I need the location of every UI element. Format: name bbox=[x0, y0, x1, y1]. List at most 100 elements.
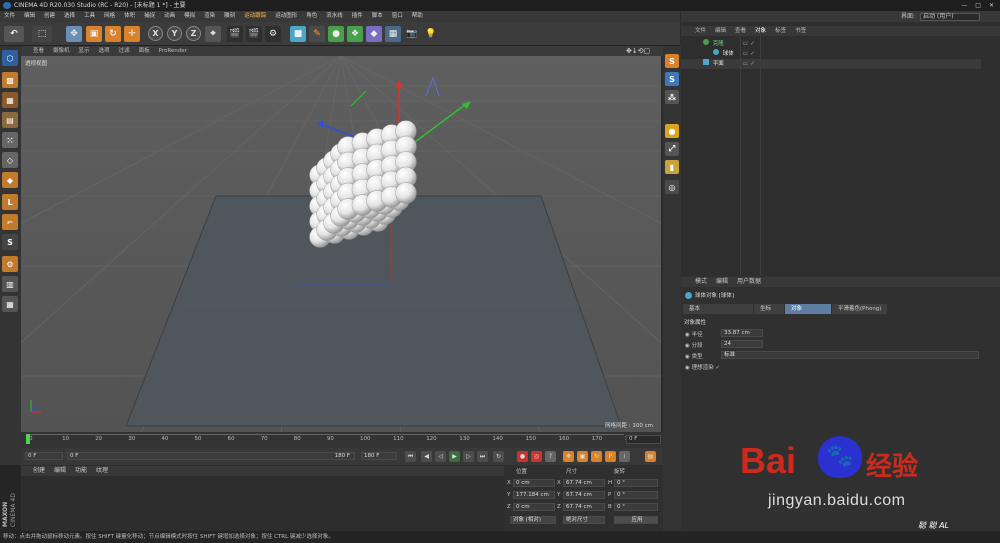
visibility-dots-icon[interactable]: ▫⁚ ✓ bbox=[743, 49, 755, 59]
make-editable-icon[interactable]: ⬡ bbox=[2, 50, 18, 66]
model-mode-icon[interactable]: ▩ bbox=[2, 72, 18, 88]
key-scale-icon[interactable]: ▣ bbox=[577, 451, 588, 462]
texture-mode-icon[interactable]: ▦ bbox=[2, 92, 18, 108]
menu-edit[interactable]: 编辑 bbox=[24, 11, 35, 22]
menu-sculpt[interactable]: 雕刻 bbox=[224, 11, 235, 22]
visibility-dots-icon[interactable]: ▫⁚ ✓ bbox=[743, 59, 755, 69]
obj-menu-edit[interactable]: 编辑 bbox=[715, 26, 726, 36]
render-view-icon[interactable]: 🎬 bbox=[227, 26, 243, 42]
menu-simulate[interactable]: 模拟 bbox=[184, 11, 195, 22]
key-param-icon[interactable]: P bbox=[605, 451, 616, 462]
next-frame-icon[interactable]: ▷ bbox=[463, 451, 474, 462]
menu-select[interactable]: 选择 bbox=[64, 11, 75, 22]
object-row-sphere[interactable]: 球体 ▫⁚ ✓ bbox=[681, 49, 981, 59]
tab-coord[interactable]: 坐标 bbox=[754, 304, 784, 314]
interface-select[interactable]: 启动 (用户) bbox=[919, 12, 980, 21]
polygons-mode-icon[interactable]: ◆ bbox=[2, 172, 18, 188]
planar-workplane-icon[interactable]: ▥ bbox=[2, 276, 18, 292]
timeline-ruler[interactable]: 0 10 20 30 40 50 60 70 80 90 100 110 120 130 140 150 160… bbox=[21, 432, 663, 448]
mat-menu-texture[interactable]: 纹理 bbox=[96, 466, 108, 476]
position-y-input[interactable]: 177.184 cm bbox=[513, 491, 555, 499]
tab-object[interactable]: 对象 bbox=[785, 304, 831, 314]
key-pla-icon[interactable]: ⁞ bbox=[619, 451, 630, 462]
recent-tool-icon[interactable]: ✛ bbox=[124, 26, 140, 42]
move-icon[interactable]: ✥ bbox=[66, 26, 82, 42]
live-selection-icon[interactable]: ⬚ bbox=[32, 26, 52, 42]
timeline-end-field[interactable]: 0 F bbox=[626, 435, 661, 444]
vp-menu-display[interactable]: 显示 bbox=[79, 46, 90, 56]
menu-window[interactable]: 窗口 bbox=[392, 11, 403, 22]
size-mode-select[interactable]: 绝对尺寸 bbox=[563, 516, 605, 524]
mat-menu-function[interactable]: 功能 bbox=[75, 466, 87, 476]
floor-icon[interactable]: ▦ bbox=[385, 26, 401, 42]
apply-button[interactable]: 应用 bbox=[614, 516, 658, 524]
y-axis-lock-icon[interactable]: Y bbox=[167, 26, 182, 41]
light-icon[interactable]: 💡 bbox=[423, 26, 439, 42]
tab-basic[interactable]: 基本 bbox=[683, 304, 753, 314]
vp-menu-cameras[interactable]: 摄像机 bbox=[53, 46, 70, 56]
rotation-h-input[interactable]: 0 ° bbox=[614, 479, 658, 487]
axis-mode-icon[interactable]: L bbox=[2, 194, 18, 210]
mat-menu-edit[interactable]: 编辑 bbox=[54, 466, 66, 476]
position-z-input[interactable]: 0 cm bbox=[513, 503, 555, 511]
mat-menu-create[interactable]: 创建 bbox=[33, 466, 45, 476]
prev-frame-icon[interactable]: ◁ bbox=[435, 451, 446, 462]
menu-tools[interactable]: 工具 bbox=[84, 11, 95, 22]
viewport[interactable]: 透视视图 网格间距 : 100 cm bbox=[21, 56, 661, 432]
snap-icon[interactable]: S bbox=[2, 234, 18, 250]
tweak-mode-icon[interactable]: ⌐ bbox=[2, 214, 18, 230]
end-frame-field[interactable]: 180 F bbox=[361, 452, 397, 460]
pen-icon[interactable]: ✎ bbox=[309, 26, 325, 42]
obj-menu-tags[interactable]: 标签 bbox=[775, 26, 786, 36]
close-button[interactable]: ✕ bbox=[989, 0, 994, 11]
snap-s-icon[interactable]: S bbox=[665, 54, 679, 68]
edges-mode-icon[interactable]: ◇ bbox=[2, 152, 18, 168]
snap-s2-icon[interactable]: S bbox=[665, 72, 679, 86]
attr-menu-mode[interactable]: 模式 bbox=[695, 277, 707, 287]
play-icon[interactable]: ▶ bbox=[449, 451, 460, 462]
menu-plugins[interactable]: 插件 bbox=[352, 11, 363, 22]
preview-range-slider[interactable]: 0 F 180 F bbox=[67, 452, 355, 460]
playhead[interactable] bbox=[26, 434, 30, 444]
link-icon[interactable]: ⤢ bbox=[665, 142, 679, 156]
record-icon[interactable]: ● bbox=[517, 451, 528, 462]
obj-menu-bookmarks[interactable]: 书签 bbox=[795, 26, 806, 36]
key-position-icon[interactable]: ✥ bbox=[563, 451, 574, 462]
menu-render[interactable]: 渲染 bbox=[204, 11, 215, 22]
attr-menu-userdata[interactable]: 用户数据 bbox=[737, 277, 761, 287]
size-z-input[interactable]: 67.74 cm bbox=[563, 503, 605, 511]
viewport-nav-icons[interactable]: ✥↓⟲▢ bbox=[626, 47, 650, 55]
tag-icon[interactable]: ▮ bbox=[665, 160, 679, 174]
rotate-icon[interactable]: ↻ bbox=[105, 26, 121, 42]
coord-mode-select[interactable]: 对象 (相对) bbox=[510, 516, 556, 524]
prev-key-icon[interactable]: ◀ bbox=[421, 451, 432, 462]
object-row-cloner[interactable]: 克隆 ▫⁚ ✓ bbox=[681, 39, 981, 49]
cycle-icon[interactable]: ◎ bbox=[665, 180, 679, 194]
size-y-input[interactable]: 67.74 cm bbox=[563, 491, 605, 499]
undo-icon[interactable]: ↶ bbox=[4, 26, 24, 42]
obj-menu-view[interactable]: 查看 bbox=[735, 26, 746, 36]
object-row-plane[interactable]: 平面 ▫⁚ ✓ bbox=[681, 59, 981, 69]
timeline-window-icon[interactable]: ▤ bbox=[645, 451, 656, 462]
segments-input[interactable]: 24 bbox=[721, 340, 763, 348]
menu-animate[interactable]: 动画 bbox=[164, 11, 175, 22]
autokey-icon[interactable]: ◎ bbox=[531, 451, 542, 462]
go-to-end-icon[interactable]: ⏭ bbox=[477, 451, 488, 462]
menu-mesh[interactable]: 网格 bbox=[104, 11, 115, 22]
vp-menu-panel[interactable]: 面板 bbox=[139, 46, 150, 56]
grid-icon[interactable]: ▦ bbox=[2, 296, 18, 312]
key-rotation-icon[interactable]: ↻ bbox=[591, 451, 602, 462]
minimize-button[interactable]: — bbox=[961, 0, 967, 11]
menu-file[interactable]: 文件 bbox=[4, 11, 15, 22]
obj-menu-file[interactable]: 文件 bbox=[695, 26, 706, 36]
array-icon[interactable]: ❖ bbox=[347, 26, 363, 42]
keyframe-selection-icon[interactable]: ? bbox=[545, 451, 556, 462]
workplane-icon[interactable]: ▤ bbox=[2, 112, 18, 128]
render-picture-viewer-icon[interactable]: 🎬 bbox=[246, 26, 262, 42]
render-perfect-checkbox[interactable]: ✓ bbox=[715, 365, 720, 371]
lock-workplane-icon[interactable]: ⚙ bbox=[2, 256, 18, 272]
menu-script[interactable]: 脚本 bbox=[372, 11, 383, 22]
menu-volume[interactable]: 体积 bbox=[124, 11, 135, 22]
target-icon[interactable]: ● bbox=[665, 124, 679, 138]
scale-icon[interactable]: ▣ bbox=[86, 26, 102, 42]
